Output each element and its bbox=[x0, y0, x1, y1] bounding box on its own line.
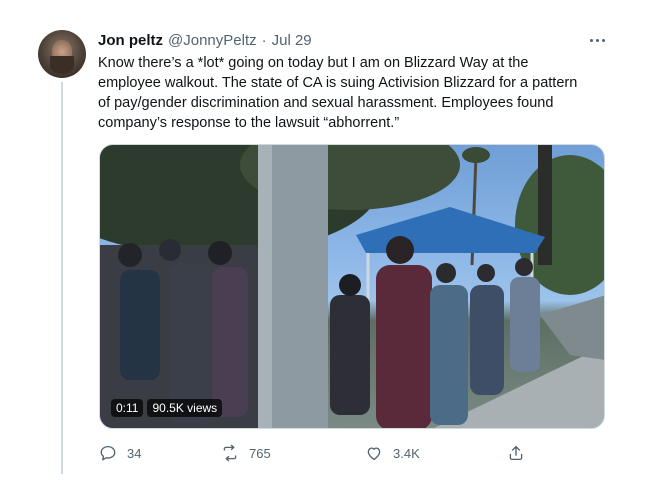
video-views: 90.5K views bbox=[147, 399, 223, 417]
like-button[interactable]: 3.4K bbox=[365, 441, 420, 465]
author-handle[interactable]: @JonnyPeltz bbox=[168, 32, 257, 49]
tweet[interactable]: Jon peltz @JonnyPeltz · Jul 29 Know ther… bbox=[0, 0, 662, 495]
heart-icon bbox=[367, 447, 381, 461]
reply-icon bbox=[100, 445, 116, 461]
tweet-actions: 34 765 3.4K bbox=[99, 441, 529, 465]
share-icon bbox=[509, 445, 523, 461]
video-player[interactable] bbox=[99, 144, 605, 429]
video-frame bbox=[100, 145, 604, 428]
author-name[interactable]: Jon peltz bbox=[98, 32, 163, 49]
tweet-header: Jon peltz @JonnyPeltz · Jul 29 bbox=[98, 30, 312, 50]
video-duration: 0:11 bbox=[111, 399, 144, 417]
retweet-button[interactable]: 765 bbox=[221, 441, 271, 465]
avatar[interactable] bbox=[38, 30, 86, 78]
separator-dot: · bbox=[261, 31, 267, 49]
traffic-pole bbox=[538, 145, 552, 265]
pole-highlight bbox=[258, 145, 272, 428]
retweet-count: 765 bbox=[249, 445, 271, 461]
road bbox=[540, 295, 604, 360]
more-dot bbox=[589, 38, 593, 42]
reply-count: 34 bbox=[127, 445, 142, 461]
like-count: 3.4K bbox=[393, 445, 420, 461]
retweet-icon bbox=[223, 444, 237, 462]
tweet-date[interactable]: Jul 29 bbox=[272, 32, 312, 49]
more-dot bbox=[595, 38, 599, 42]
video-badges: 0:11 90.5K views bbox=[111, 399, 223, 417]
more-dots-icon[interactable] bbox=[586, 30, 608, 50]
reply-button[interactable]: 34 bbox=[99, 441, 141, 465]
tweet-text: Know there’s a *lot* going on today but … bbox=[98, 55, 578, 131]
share-button[interactable] bbox=[507, 441, 525, 465]
more-dot bbox=[601, 38, 605, 42]
avatar-beard bbox=[50, 56, 74, 74]
palm-leaves bbox=[462, 147, 490, 163]
thread-line bbox=[61, 82, 63, 474]
